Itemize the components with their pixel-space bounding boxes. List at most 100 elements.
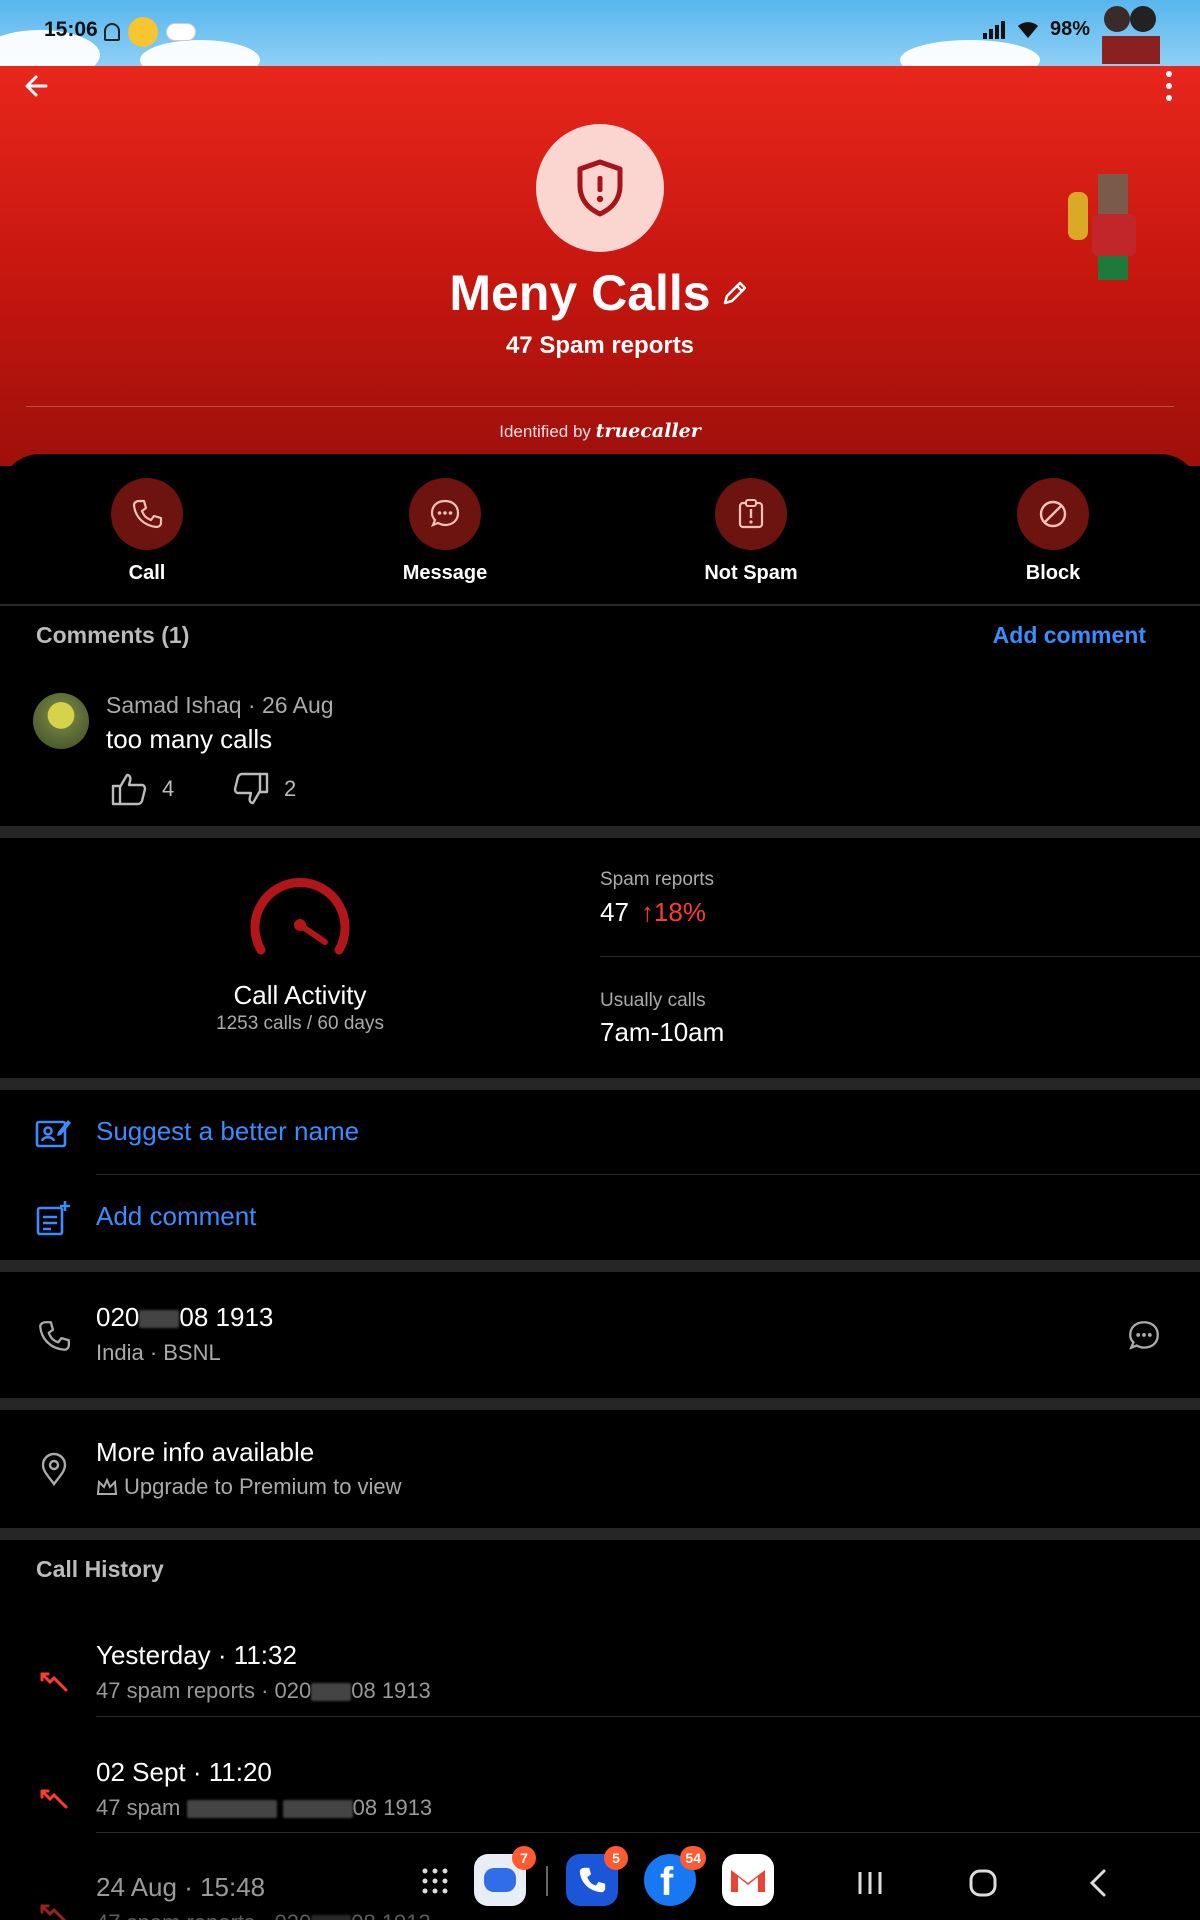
call-history-item[interactable]: Yesterday · 11:32 47 spam reports · 020 0… [0,1620,1200,1736]
system-nav-bar: 7 5 f 54 [0,1836,1200,1920]
location-pin-icon [41,1452,67,1486]
messages-badge: 7 [512,1846,536,1870]
shield-alert-icon [577,159,623,217]
section-divider [0,1398,1200,1410]
section-divider [0,1260,1200,1272]
call-history-title: Call History [36,1556,164,1582]
caller-name: Meny Calls [449,265,711,321]
gmail-logo [731,1870,765,1892]
call-activity-title: Call Activity [233,980,367,1010]
avatar [33,693,89,749]
spam-trend: ↑18% [641,897,706,927]
call-time: 02 Sept · 11:20 [96,1757,272,1787]
emoji-icon [128,17,158,47]
header-divider [26,406,1174,407]
call-detail: 47 spam reports · 020 08 1913 [96,1678,431,1704]
chat-bubble-icon[interactable] [1126,1318,1162,1354]
section-divider [0,1528,1200,1540]
message-button[interactable]: Message [365,478,525,585]
more-info-title[interactable]: More info available [96,1437,314,1468]
call-detail-prefix: 47 spam [96,1795,181,1820]
comment-text: too many calls [106,724,273,754]
battery-percent: 98% [1049,18,1090,40]
premium-upsell-text: Upgrade to Premium to view [124,1474,402,1499]
home-icon[interactable] [968,1868,998,1898]
call-detail: 47 spam 08 1913 [96,1795,432,1821]
speedometer-icon [250,878,350,955]
wifi-icon [1017,21,1038,38]
gmail-app-icon[interactable] [722,1854,774,1906]
facebook-badge: 54 [680,1846,706,1870]
anime-sticker [1100,2,1164,64]
note-add-icon [36,1201,70,1236]
carrier-info: India · BSNL [96,1340,221,1365]
signal-icon [982,20,1005,39]
not-spam-button[interactable]: Not Spam [671,478,831,585]
football-sticker [1064,170,1164,290]
facebook-logo: f [660,1860,674,1904]
suggest-name-label: Suggest a better name [96,1116,360,1146]
chat-bubble-icon [430,499,460,527]
crown-icon [96,1477,118,1495]
premium-upsell[interactable]: Upgrade to Premium to view [96,1474,402,1500]
status-time: 15:06 [44,18,98,41]
phone-app-icon[interactable]: 5 [566,1846,628,1906]
block-label: Block [1025,562,1081,584]
like-button[interactable]: 4 [110,772,174,806]
message-label: Message [402,562,488,584]
messages-app-icon[interactable]: 7 [474,1846,536,1906]
dislike-button[interactable]: 2 [232,772,296,806]
edit-pencil-icon[interactable] [719,277,751,309]
redacted-digits [311,1683,352,1702]
back-arrow-icon[interactable] [16,66,56,106]
add-comment-row[interactable]: Add comment [0,1175,1200,1261]
clipboard-alert-icon [738,499,764,529]
call-detail-suffix: 08 1913 [352,1795,433,1820]
phone-icon [132,499,163,529]
row-divider [96,1832,1200,1833]
alarm-icon [104,23,120,41]
usual-calls-value: 7am-10am [600,1017,725,1047]
more-options-icon[interactable] [1154,66,1184,106]
app-drawer-icon[interactable] [420,1866,450,1896]
call-detail-prefix: 47 spam reports · 020 [96,1678,312,1703]
caller-header: Meny Calls 47 Spam reports Identified by… [0,66,1200,466]
redacted-digits [282,1800,353,1819]
contact-edit-icon [35,1120,71,1148]
spam-reports-number: 47 [600,897,629,927]
comment-author-date: Samad Ishaq · 26 Aug [106,692,334,718]
thumbs-down-icon [233,772,269,805]
up-arrow-icon: ↑ [640,897,654,927]
call-time: Yesterday · 11:32 [96,1640,297,1670]
phone-badge: 5 [604,1846,628,1870]
add-comment-label: Add comment [96,1201,257,1231]
spam-shield-avatar [536,124,664,252]
thumbs-up-icon [111,773,147,806]
call-detail-suffix: 08 1913 [351,1678,431,1703]
dock-divider [546,1866,548,1896]
truecaller-logo: truecaller [595,420,701,442]
phone-icon [39,1321,70,1351]
cloud-decoration [900,40,1040,66]
not-spam-label: Not Spam [704,562,798,584]
phone-number-suffix: 08 1913 [179,1302,274,1332]
back-nav-icon[interactable] [1086,1868,1110,1898]
usual-calls-label: Usually calls [600,990,706,1011]
redacted-digits [186,1800,277,1819]
activity-gauge [200,870,400,965]
comments-title: Comments (1) [36,622,190,648]
section-divider [0,1078,1200,1090]
phone-number[interactable]: 020 08 1913 [96,1302,273,1333]
block-icon [1039,500,1067,528]
redacted-digits [139,1310,180,1329]
status-bar: 15:06 98% [0,0,1200,66]
block-button[interactable]: Block [973,478,1133,585]
recents-icon[interactable] [856,1870,884,1896]
add-comment-link[interactable]: Add comment [993,622,1146,649]
suggest-name-row[interactable]: Suggest a better name [0,1090,1200,1176]
missed-call-icon [40,1672,68,1692]
spam-reports-count: 47 Spam reports [505,332,695,359]
call-button[interactable]: Call [67,478,227,585]
facebook-app-icon[interactable]: f 54 [644,1846,706,1906]
phone-icon [579,1867,606,1893]
